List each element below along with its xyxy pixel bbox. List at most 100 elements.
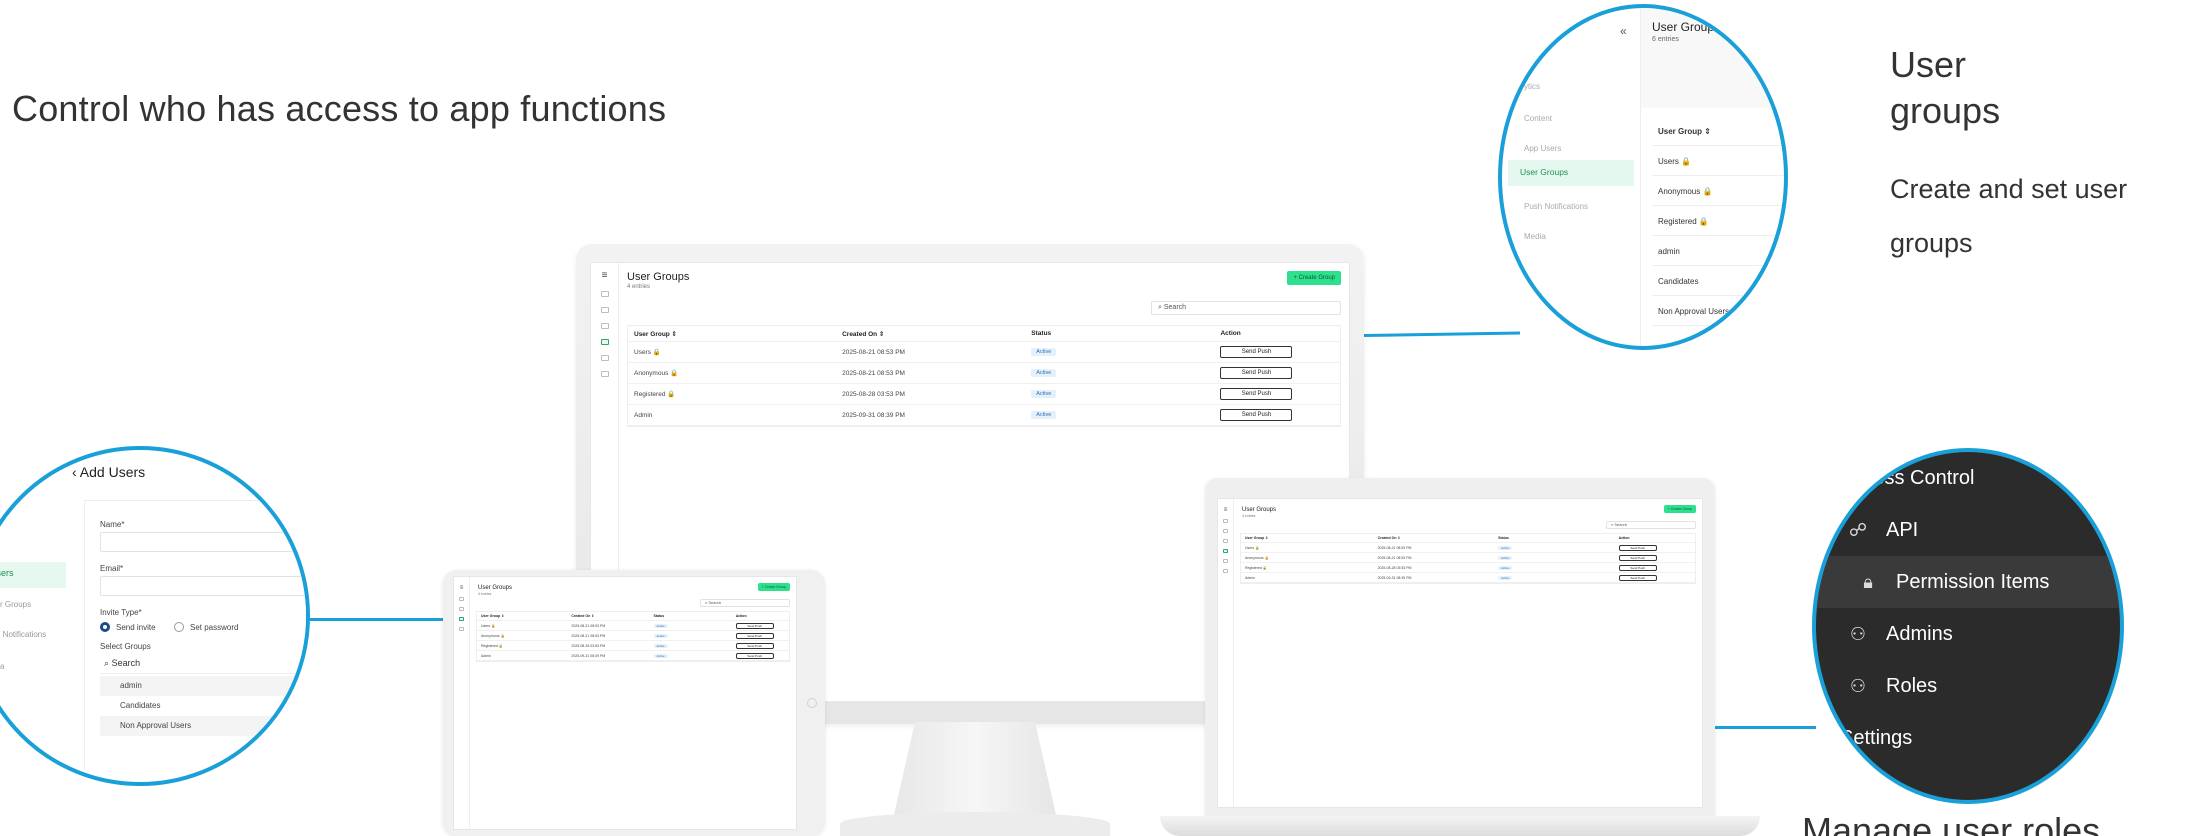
- content-icon[interactable]: [600, 307, 609, 313]
- group-search-placeholder: Search: [111, 658, 141, 668]
- push-notifications-icon[interactable]: [600, 355, 609, 361]
- select-groups-label: Select Groups: [100, 642, 151, 651]
- content-icon[interactable]: [459, 607, 464, 611]
- group-search-input[interactable]: ⌕ Search: [100, 654, 306, 674]
- status-badge: Active: [1498, 545, 1513, 550]
- table-row: Users 🔒 2025-08-21 08:53 PM Active Send Pus…: [477, 621, 789, 631]
- menu-permission-items[interactable]: 🔒︎ Permission Items: [1816, 556, 2120, 608]
- send-push-button[interactable]: Send Push: [1220, 346, 1293, 358]
- table-header: User Group ⇕ Created On ⇕ Status Action: [628, 326, 1340, 342]
- send-push-button[interactable]: Send Push: [1618, 574, 1657, 581]
- name-field[interactable]: [100, 532, 306, 552]
- push-notifications-icon[interactable]: [1223, 559, 1228, 563]
- sidebar-item-media[interactable]: Media: [1524, 232, 1546, 241]
- add-users-title-text: Add Users: [79, 464, 146, 480]
- group-name: Users 🔒: [634, 349, 661, 356]
- send-invite-radio[interactable]: [100, 622, 110, 632]
- content-icon[interactable]: [1223, 529, 1228, 533]
- sidebar-item-analytics[interactable]: ytics: [1524, 82, 1540, 91]
- sidebar-item-notifications[interactable]: h Notifications: [0, 630, 46, 639]
- app-users-icon[interactable]: [600, 323, 609, 329]
- status-badge: Active: [1031, 411, 1057, 419]
- menu-icon[interactable]: ≡: [602, 271, 608, 281]
- table-row: Users 🔒 2025-08-21 08:53 PM Active Send Pus…: [1241, 543, 1695, 553]
- menu-label: Settings: [1840, 726, 1913, 749]
- col-created-on[interactable]: Created On ⇕: [1378, 536, 1499, 540]
- sidebar-rail: ≡: [1218, 499, 1234, 807]
- col-user-group[interactable]: User Group ⇕: [481, 614, 571, 618]
- send-push-button[interactable]: Send Push: [1618, 564, 1657, 571]
- lock-icon: 🔒︎: [1863, 571, 1873, 592]
- email-field[interactable]: [100, 576, 306, 596]
- table-row: admin: [1652, 236, 1784, 266]
- create-group-button[interactable]: + Create Group: [1287, 271, 1341, 285]
- create-group-button[interactable]: + Create Group: [757, 583, 790, 591]
- media-icon[interactable]: [1223, 569, 1228, 573]
- user-groups-icon[interactable]: [459, 617, 464, 621]
- column-header-user-group[interactable]: User Group ⇕: [1652, 116, 1784, 146]
- table-row: Users 🔒: [1652, 146, 1784, 176]
- table-row: Anonymous 🔒 2025-08-21 08:53 PM Active Send…: [477, 631, 789, 641]
- sidebar-item-media[interactable]: a: [0, 662, 4, 671]
- media-icon[interactable]: [459, 627, 464, 631]
- analytics-icon[interactable]: [459, 597, 464, 601]
- send-push-button[interactable]: Send Push: [1220, 367, 1293, 379]
- media-icon[interactable]: [600, 371, 609, 377]
- group-name: Registered 🔒: [481, 643, 504, 648]
- set-password-radio[interactable]: [174, 622, 184, 632]
- send-push-button[interactable]: Send Push: [1618, 544, 1657, 551]
- menu-roles[interactable]: ⚇ Roles: [1816, 660, 2120, 712]
- send-push-button[interactable]: Send Push: [1618, 554, 1657, 561]
- analytics-icon[interactable]: [600, 291, 609, 297]
- sidebar-item-push-notifications[interactable]: Push Notifications: [1524, 202, 1588, 211]
- sidebar-item-content[interactable]: Content: [1524, 114, 1552, 123]
- send-push-button[interactable]: Send Push: [735, 652, 774, 659]
- col-created-on[interactable]: Created On ⇕: [571, 614, 653, 618]
- main-content: User Groups 4 entries + Create Group ⌕ S…: [470, 577, 796, 829]
- sidebar-rail: ≡: [454, 577, 470, 829]
- table-row: Non Approval Users: [1652, 296, 1784, 326]
- sidebar-item-app-users[interactable]: App Users: [1524, 144, 1561, 153]
- search-input[interactable]: ⌕ Search: [700, 599, 790, 607]
- group-name: Users 🔒: [481, 623, 496, 628]
- send-push-button[interactable]: Send Push: [735, 622, 774, 629]
- created-date: 2025-08-21 08:53 PM: [571, 633, 606, 638]
- sidebar-item-user-groups[interactable]: User Groups: [1508, 160, 1634, 186]
- create-group-button[interactable]: + Create Group: [1663, 505, 1696, 513]
- sidebar-item-users[interactable]: Users: [0, 562, 66, 588]
- user-groups-icon[interactable]: [600, 339, 609, 345]
- collapse-icon[interactable]: «: [1620, 24, 1627, 38]
- group-option[interactable]: admin: [100, 676, 306, 696]
- group-option[interactable]: Candidates: [100, 696, 306, 716]
- created-date: 2025-08-21 08:53 PM: [1377, 555, 1412, 560]
- headline: Control who has access to app functions: [12, 88, 667, 129]
- col-action: Action: [735, 614, 747, 618]
- menu-icon[interactable]: ≡: [1224, 507, 1228, 513]
- menu-settings[interactable]: Settings: [1816, 712, 2120, 764]
- send-push-button[interactable]: Send Push: [735, 642, 774, 649]
- search-input[interactable]: ⌕ Search: [1606, 521, 1696, 529]
- search-placeholder: Search: [1163, 304, 1187, 311]
- menu-access-control[interactable]: Access Control: [1816, 452, 2120, 504]
- col-created-on[interactable]: Created On ⇕: [842, 330, 1031, 338]
- menu-admins[interactable]: ⚇ Admins: [1816, 608, 2120, 660]
- menu-label: API: [1886, 518, 1919, 541]
- app-users-icon[interactable]: [1223, 539, 1228, 543]
- group-option[interactable]: Non Approval Users: [100, 716, 306, 736]
- invite-type-label: Invite Type*: [100, 608, 142, 617]
- col-user-group[interactable]: User Group ⇕: [634, 330, 842, 338]
- send-push-button[interactable]: Send Push: [735, 632, 774, 639]
- user-groups-icon[interactable]: [1223, 549, 1228, 553]
- caption-title-line2: groups: [1890, 90, 2001, 131]
- entries-count: 4 entries: [627, 284, 651, 290]
- analytics-icon[interactable]: [1223, 519, 1228, 523]
- send-push-button[interactable]: Send Push: [1220, 409, 1293, 421]
- menu-api[interactable]: ☍ API: [1816, 504, 2120, 556]
- search-input[interactable]: ⌕ Search: [1151, 301, 1341, 315]
- col-user-group[interactable]: User Group ⇕: [1245, 536, 1378, 540]
- sidebar-item-groups[interactable]: r Groups: [0, 600, 31, 609]
- menu-icon[interactable]: ≡: [460, 585, 464, 591]
- send-push-button[interactable]: Send Push: [1220, 388, 1293, 400]
- col-status: Status: [1031, 330, 1052, 337]
- group-name: Users 🔒: [1245, 545, 1260, 550]
